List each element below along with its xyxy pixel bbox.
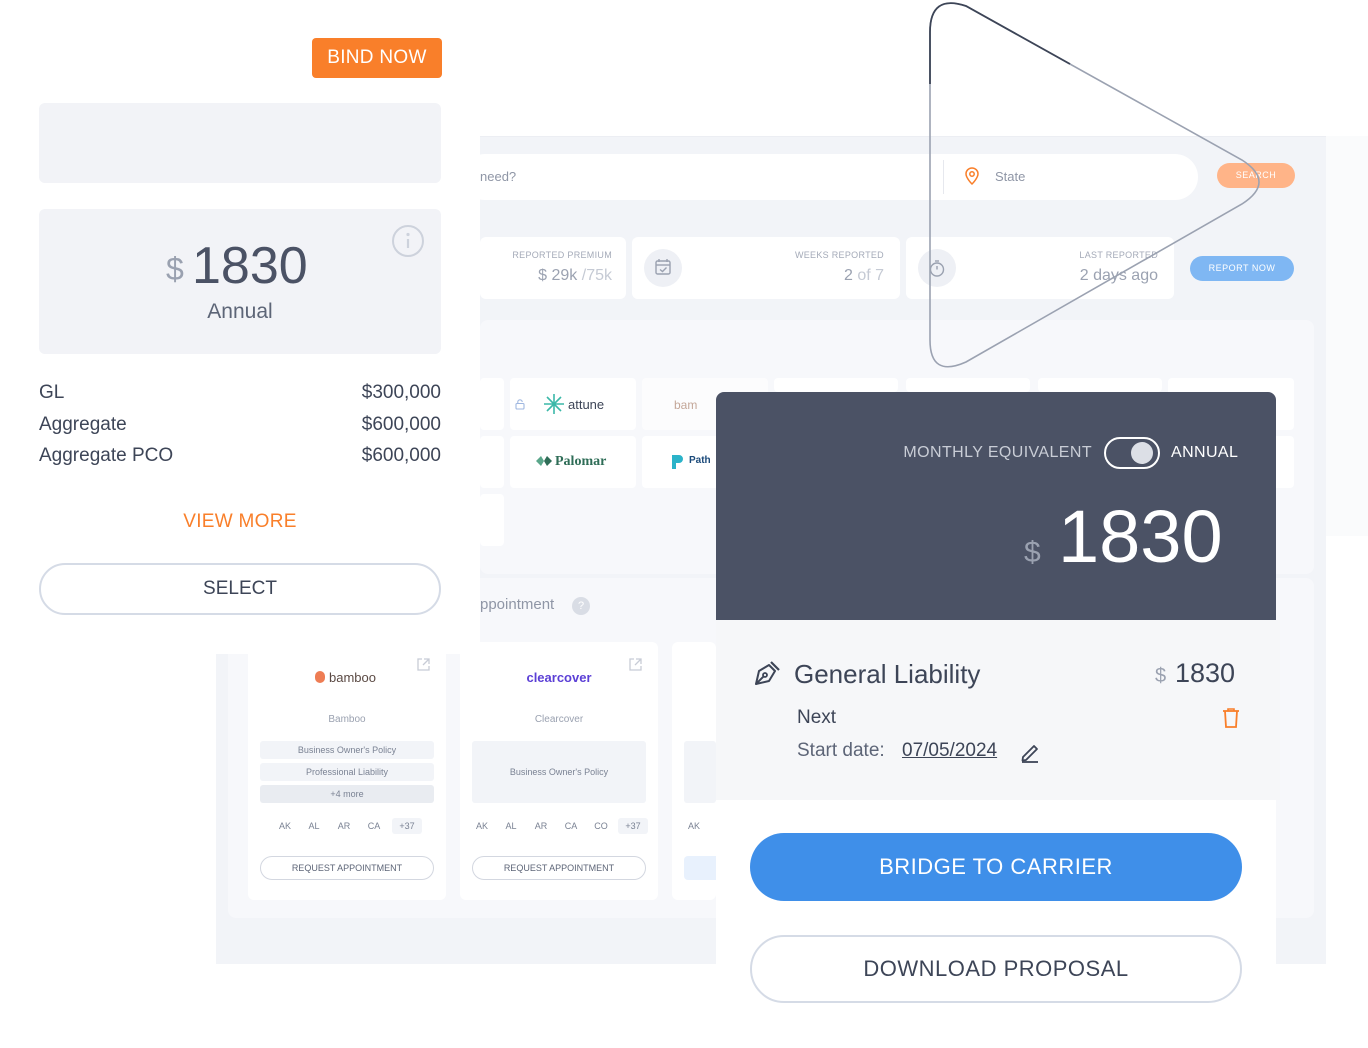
state-chip[interactable]: +37 [618,818,648,834]
product-chip [684,741,716,803]
state-chip: AL [505,821,517,831]
carrier-logo-text: Palomar [555,454,607,469]
policy-price: 1830 [1175,658,1236,688]
logo-tile [480,378,504,430]
coverage-label: Aggregate PCO [39,445,174,466]
state-chip: CA [367,821,381,831]
side-panel [1326,136,1368,536]
stat-label: WEEKS REPORTED [794,250,884,260]
state-chip: AK [687,821,700,831]
carrier-name: Clearcover [534,714,584,725]
state-chip[interactable]: +37 [392,818,422,834]
bamboo-logo-icon [315,671,325,683]
view-more-link[interactable]: VIEW MORE [39,511,441,533]
carrier-logo-text: bamboo [329,670,376,685]
coverage-value: $600,000 [361,445,441,466]
start-date-label: Start date: [797,740,885,761]
trash-icon[interactable] [1221,707,1241,729]
quote-price: 1830 [192,237,308,295]
pen-nib-icon [755,661,780,685]
policy-name: General Liability [794,659,981,689]
bridge-to-carrier-button[interactable]: BRIDGE TO CARRIER [750,833,1242,901]
info-icon[interactable] [391,224,425,258]
attune-logo-icon [544,394,564,414]
appointments-heading: ppointment [480,596,555,613]
request-appointment-button[interactable]: REQUEST APPOINTMENT [472,856,646,880]
palomar-logo-icon [536,456,552,466]
stat-label: REPORTED PREMIUM [512,250,612,260]
state-chip: AK [278,821,291,831]
logo-tile [1038,378,1162,392]
bind-now-button[interactable]: BIND NOW [312,38,442,78]
carrier-name: Next [797,707,837,728]
button-fragment [684,856,716,880]
state-chip: AK [475,821,488,831]
pathpoint-logo-icon [672,455,683,469]
state-chip: CA [564,821,578,831]
carrier-name: Bamboo [328,714,366,725]
coverage-label: GL [39,382,65,403]
logo-tile [480,436,504,488]
logo-tile [906,378,1030,392]
toggle-knob[interactable] [1131,442,1153,464]
logo-tile [774,378,898,392]
monthly-equivalent-label[interactable]: MONTHLY EQUIVALENT [820,444,1092,462]
logo-tile [480,494,504,546]
more-chip[interactable]: +4 more [260,785,434,803]
calendar-check-icon [644,249,682,287]
state-chip: AL [308,821,320,831]
product-chip: Business Owner's Policy [472,741,646,803]
annual-label[interactable]: ANNUAL [1171,444,1238,462]
price-period: Annual [207,300,273,323]
download-proposal-button[interactable]: DOWNLOAD PROPOSAL [750,935,1242,1003]
play-icon[interactable] [920,0,1280,372]
lock-icon [515,399,525,410]
stat-value: $ 29k /75k [538,267,612,284]
side-panel [1326,536,1368,964]
product-chip: Business Owner's Policy [260,741,434,759]
edit-pencil-icon[interactable] [1019,741,1041,763]
start-date-value[interactable]: 07/05/2024 [902,740,997,762]
carrier-logo-text: bam [674,398,698,412]
request-appointment-button[interactable]: REQUEST APPOINTMENT [260,856,434,880]
carrier-logo-text: clearcover [526,670,592,685]
currency-symbol: $ [1024,536,1041,569]
coverage-label: Aggregate [39,414,127,435]
state-chip: AR [534,821,548,831]
external-link-icon[interactable] [416,657,431,672]
search-input[interactable]: need? [480,169,516,184]
stat-value: 2 of 7 [843,267,884,284]
currency-symbol: $ [166,251,184,287]
carrier-logo-text: attune [568,397,605,412]
select-button[interactable]: SELECT [39,563,441,615]
currency-symbol: $ [1155,665,1167,687]
coverage-value: $300,000 [361,382,441,403]
product-chip: Professional Liability [260,763,434,781]
placeholder-box [39,103,441,183]
coverage-value: $600,000 [361,414,441,435]
state-chip: CO [594,821,608,831]
summary-price: 1830 [1058,495,1223,578]
help-icon[interactable]: ? [572,597,590,615]
carrier-logo-text: Path [689,455,711,466]
state-chip: AR [337,821,351,831]
